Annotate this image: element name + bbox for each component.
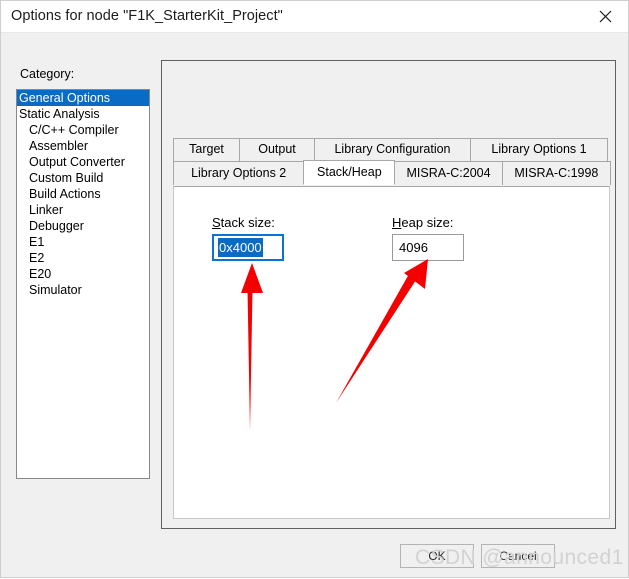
tab-misra-c-2004[interactable]: MISRA-C:2004	[394, 161, 503, 185]
tab-row-first: Target Output Library Configuration Library…	[173, 138, 610, 161]
category-label: Category:	[20, 67, 75, 81]
category-item[interactable]: General Options	[17, 90, 149, 106]
stack-size-value: 0x4000	[218, 238, 263, 257]
heap-size-label-rest: eap size:	[401, 215, 454, 230]
category-item[interactable]: E20	[17, 266, 149, 282]
stack-size-label-mnemonic: S	[212, 215, 221, 230]
category-item[interactable]: Assembler	[17, 138, 149, 154]
heap-size-input[interactable]: 4096	[392, 234, 464, 261]
heap-size-label-mnemonic: H	[392, 215, 402, 230]
category-item[interactable]: C/C++ Compiler	[17, 122, 149, 138]
tab-strip: Target Output Library Configuration Library…	[173, 138, 611, 185]
category-item[interactable]: Debugger	[17, 218, 149, 234]
category-item[interactable]: Output Converter	[17, 154, 149, 170]
tab-target[interactable]: Target	[173, 138, 240, 161]
category-item[interactable]: Simulator	[17, 282, 149, 298]
tab-library-configuration[interactable]: Library Configuration	[314, 138, 471, 161]
stack-size-label-rest: tack size:	[220, 215, 275, 230]
category-item[interactable]: Linker	[17, 202, 149, 218]
tab-output[interactable]: Output	[239, 138, 315, 161]
tab-library-options-1[interactable]: Library Options 1	[470, 138, 608, 161]
tab-stack-heap[interactable]: Stack/Heap	[303, 160, 396, 185]
category-item[interactable]: E1	[17, 234, 149, 250]
category-list[interactable]: General Options Static Analysis C/C++ Comp…	[16, 89, 150, 479]
stack-size-group: Stack size: 0x4000	[212, 215, 284, 261]
stack-size-input[interactable]: 0x4000	[212, 234, 284, 261]
title-bar: Options for node "F1K_StarterKit_Project…	[1, 1, 628, 33]
category-item[interactable]: E2	[17, 250, 149, 266]
heap-size-label: Heap size:	[392, 215, 464, 230]
close-icon[interactable]	[583, 1, 628, 32]
heap-size-value: 4096	[399, 240, 428, 255]
heap-size-group: Heap size: 4096	[392, 215, 464, 261]
stack-size-label: Stack size:	[212, 215, 284, 230]
tab-row-second: Library Options 2 Stack/Heap MISRA-C:2004 M…	[173, 160, 611, 185]
category-item[interactable]: Build Actions	[17, 186, 149, 202]
window-title: Options for node "F1K_StarterKit_Project…	[11, 8, 283, 24]
category-item[interactable]: Static Analysis	[17, 106, 149, 122]
tab-library-options-2[interactable]: Library Options 2	[173, 161, 305, 185]
stack-heap-tab-page: Stack size: 0x4000 Heap size: 4096	[173, 186, 610, 519]
options-dialog-window: Options for node "F1K_StarterKit_Project…	[0, 0, 629, 578]
tab-misra-c-1998[interactable]: MISRA-C:1998	[501, 161, 611, 185]
category-item[interactable]: Custom Build	[17, 170, 149, 186]
watermark-text: CSDN @announced1	[415, 546, 624, 569]
